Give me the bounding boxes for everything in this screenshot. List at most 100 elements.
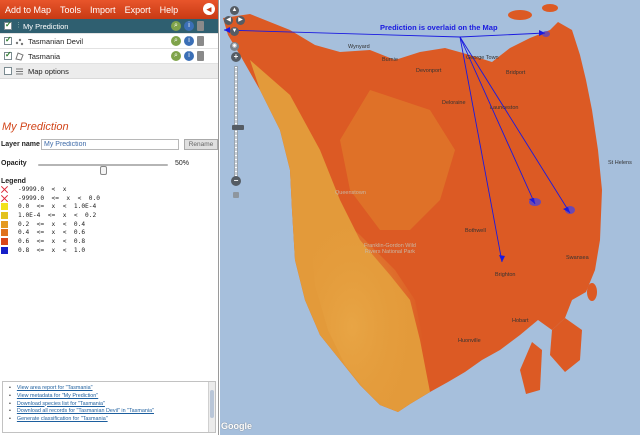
layer-name-input[interactable] — [41, 139, 179, 150]
menu-bar: Add to Map Tools Import Export Help ◂ — [0, 0, 218, 19]
zoom-control: + − — [231, 52, 244, 200]
pan-control: ▲ ◀ ▶ ▼ — [224, 6, 246, 38]
layer-details-title: My Prediction — [2, 121, 69, 133]
delete-layer-icon[interactable] — [197, 21, 204, 31]
legend-swatch — [1, 203, 8, 211]
pan-left-icon[interactable]: ◀ — [224, 16, 233, 25]
legend-entry: 0.6 <= x < 0.8 — [0, 237, 218, 246]
layer-info-icon[interactable]: i — [184, 21, 194, 31]
generate-classification-link[interactable]: Generate classification for "Tasmania" — [17, 416, 108, 422]
legend-entry-label: 0.4 <= x < 0.6 — [18, 229, 86, 237]
map-label-national-park: Franklin-Gordon Wild Rivers National Par… — [364, 243, 416, 255]
legend-entry: 1.0E-4 <= x < 0.2 — [0, 211, 218, 220]
actions-scrollbar[interactable] — [208, 382, 215, 432]
map-options-checkbox[interactable] — [4, 67, 12, 75]
map-label-st-helens: St Helens — [608, 160, 632, 166]
zoom-out-icon[interactable]: − — [231, 176, 241, 186]
pan-up-icon[interactable]: ▲ — [230, 6, 239, 15]
polygon-icon — [15, 51, 24, 61]
legend-entry-label: 0.8 <= x < 1.0 — [18, 246, 86, 254]
layer-checkbox[interactable] — [4, 35, 12, 45]
download-records-link[interactable]: Download all records for "Tasmanian Devi… — [17, 408, 154, 414]
map-label-bothwell: Bothwell — [465, 228, 486, 234]
map-label-huonville: Huonville — [458, 338, 481, 344]
map-label-brighton: Brighton — [495, 272, 516, 278]
map-options-label: Map options — [28, 66, 69, 76]
actions-panel: View area report for "Tasmania" View met… — [2, 381, 216, 433]
map-options-row[interactable]: Map options — [0, 64, 218, 79]
google-logo: Google — [221, 421, 252, 431]
layer-info-icon[interactable]: i — [184, 51, 194, 61]
list-item: View area report for "Tasmania" — [9, 385, 215, 393]
legend-entry-label: 0.0 <= x < 1.0E-4 — [18, 203, 97, 211]
pan-down-icon[interactable]: ▼ — [230, 27, 239, 36]
menu-add-to-map[interactable]: Add to Map — [5, 5, 51, 15]
opacity-value: 50% — [175, 160, 190, 167]
layer-row-tasmanian-devil[interactable]: Tasmanian Devil ⌕ i — [0, 34, 218, 49]
legend-entry: 0.8 <= x < 1.0 — [0, 246, 218, 255]
map-label-swansea: Swansea — [566, 255, 589, 261]
delete-layer-icon[interactable] — [197, 51, 204, 61]
map-canvas — [223, 4, 602, 412]
opacity-slider[interactable] — [38, 164, 168, 175]
map-label-queenstown: Queenstown — [335, 190, 366, 196]
legend-entry-label: 0.2 <= x < 0.4 — [18, 220, 86, 228]
layer-panel: Add to Map Tools Import Export Help ◂ ⋮ … — [0, 0, 219, 435]
menu-help[interactable]: Help — [160, 5, 179, 15]
list-item: Download species list for "Tasmania" — [9, 401, 215, 409]
zoom-slider[interactable] — [232, 66, 244, 180]
zoom-slider-handle[interactable] — [232, 125, 244, 130]
map-label-launceston: Launceston — [490, 105, 519, 111]
map-label-deloraine: Deloraine — [442, 100, 466, 106]
legend-entry: 0.2 <= x < 0.4 — [0, 220, 218, 229]
flinders-island — [508, 10, 532, 20]
layer-name-label: Layer name — [1, 141, 40, 148]
legend-entry-label: 0.6 <= x < 0.8 — [18, 237, 86, 245]
layer-row-my-prediction[interactable]: ⋮ My Prediction ⌕ i — [0, 19, 218, 34]
menu-tools[interactable]: Tools — [60, 5, 81, 15]
list-icon — [15, 67, 24, 76]
view-metadata-link[interactable]: View metadata for "My Prediction" — [17, 393, 98, 399]
zoom-in-icon[interactable]: + — [231, 52, 241, 62]
collapse-panel-icon[interactable]: ◂ — [203, 3, 215, 15]
menu-import[interactable]: Import — [90, 5, 116, 15]
map-label-george-town: George Town — [466, 55, 499, 61]
layer-list: ⋮ My Prediction ⌕ i Tasmanian Devil ⌕ i — [0, 19, 218, 79]
bruny-island — [520, 342, 542, 394]
layer-name-row: Layer name Rename — [0, 139, 218, 151]
legend-swatch — [1, 246, 8, 254]
legend-entry: 0.0 <= x < 1.0E-4 — [0, 202, 218, 211]
nodata-swatch-icon — [1, 195, 8, 202]
download-species-list-link[interactable]: Download species list for "Tasmania" — [17, 401, 105, 407]
legend-entry-label: -9999.0 < x — [18, 185, 67, 193]
list-item: View metadata for "My Prediction" — [9, 393, 215, 401]
view-area-report-link[interactable]: View area report for "Tasmania" — [17, 385, 93, 391]
layer-checkbox[interactable] — [4, 20, 12, 30]
legend-entry: -9999.0 <= x < 0.0 — [0, 194, 218, 203]
layer-row-tasmania[interactable]: Tasmania ⌕ i — [0, 49, 218, 64]
map-label-devonport: Devonport — [416, 68, 442, 74]
scrollbar-thumb[interactable] — [210, 390, 214, 418]
layer-checkbox[interactable] — [4, 50, 12, 60]
opacity-label: Opacity — [1, 160, 27, 167]
zoom-extent-icon[interactable] — [233, 192, 239, 198]
drag-handle-icon[interactable]: ⋮ — [15, 22, 22, 29]
map-label-wynyard: Wynyard — [348, 44, 370, 50]
map-view[interactable]: Wynyard Burnie Devonport George Town Bri… — [220, 0, 640, 435]
layer-info-icon[interactable]: i — [184, 36, 194, 46]
legend-swatch — [1, 237, 8, 245]
legend-entry: 0.4 <= x < 0.6 — [0, 228, 218, 237]
rename-button[interactable]: Rename — [184, 139, 218, 150]
opacity-slider-handle[interactable] — [99, 166, 107, 175]
pan-right-icon[interactable]: ▶ — [236, 16, 245, 25]
zoom-to-layer-icon[interactable]: ⌕ — [171, 21, 181, 31]
zoom-to-layer-icon[interactable]: ⌕ — [171, 51, 181, 61]
legend-swatch — [1, 211, 8, 219]
world-extent-icon[interactable]: ◉ — [230, 42, 239, 51]
zoom-to-layer-icon[interactable]: ⌕ — [171, 36, 181, 46]
nodata-swatch-icon — [1, 186, 8, 193]
delete-layer-icon[interactable] — [197, 36, 204, 46]
legend-swatch — [1, 229, 8, 237]
legend: Legend -9999.0 < x -9999.0 <= x < 0.0 0.0 … — [0, 178, 218, 255]
menu-export[interactable]: Export — [125, 5, 151, 15]
